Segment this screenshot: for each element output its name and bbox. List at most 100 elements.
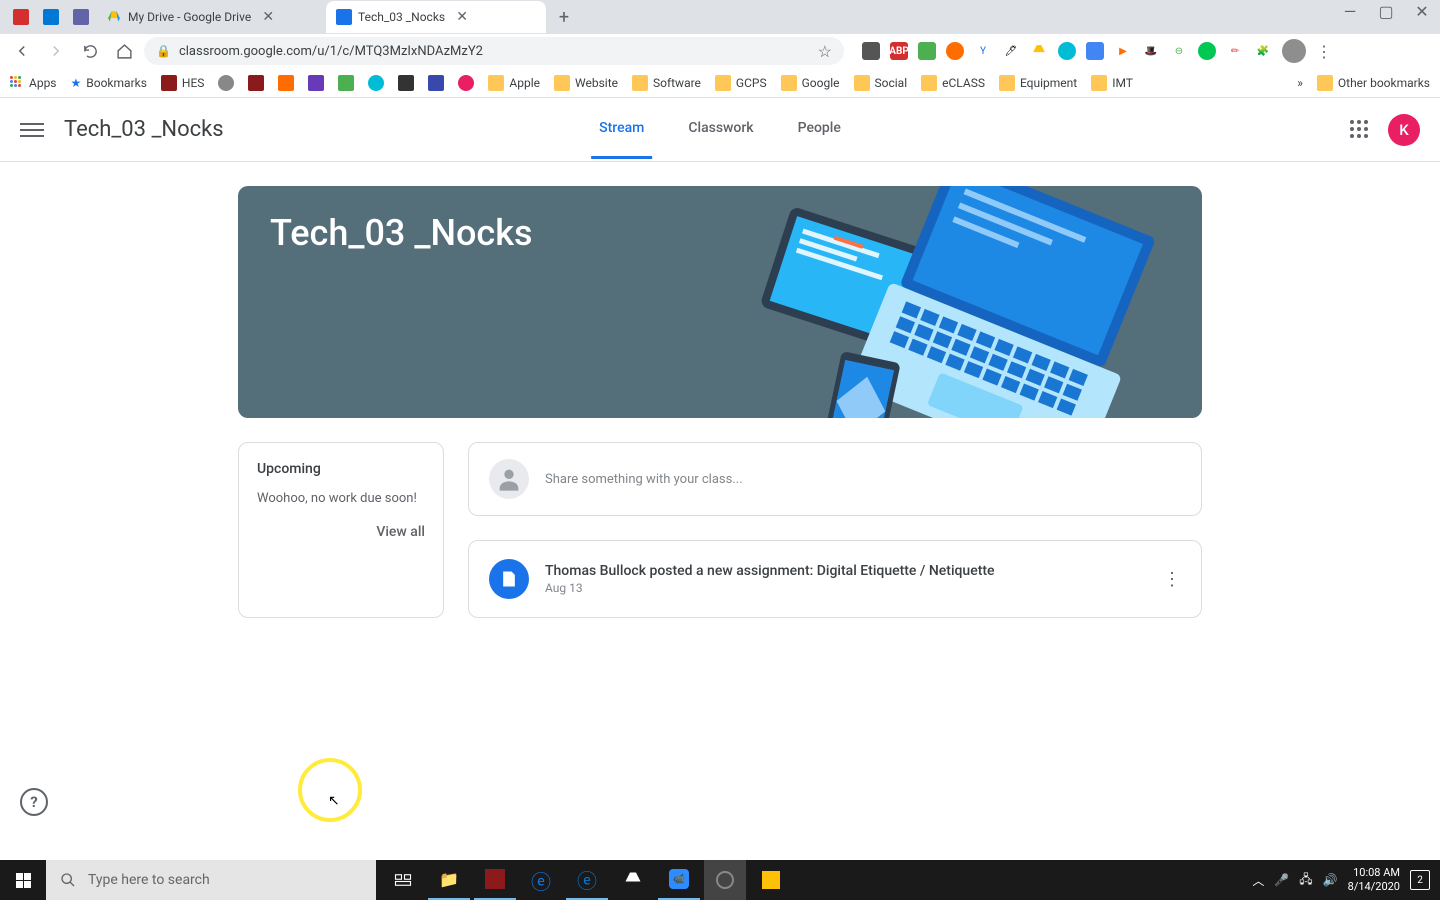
upcoming-message: Woohoo, no work due soon! bbox=[257, 491, 425, 506]
share-box[interactable]: Share something with your class... bbox=[468, 442, 1202, 516]
ext-icon[interactable]: ⊖ bbox=[1170, 42, 1188, 60]
bookmark-folder[interactable]: IMT bbox=[1091, 75, 1133, 91]
star-icon[interactable]: ☆ bbox=[818, 42, 832, 61]
bookmark-folder[interactable]: eCLASS bbox=[921, 75, 985, 91]
task-view-button[interactable] bbox=[382, 860, 424, 900]
bookmark-item[interactable] bbox=[428, 75, 444, 91]
pinned-tab-2[interactable] bbox=[36, 1, 66, 33]
tab-classroom[interactable]: Tech_03 _Nocks ✕ bbox=[326, 1, 546, 33]
ext-icon[interactable]: ✏ bbox=[1226, 42, 1244, 60]
star-icon: ★ bbox=[71, 76, 82, 90]
app-icon[interactable] bbox=[474, 860, 516, 900]
edge-icon[interactable]: ⓔ bbox=[566, 860, 608, 900]
extensions-icon[interactable]: 🧩 bbox=[1254, 42, 1272, 60]
tab-classwork[interactable]: Classwork bbox=[680, 100, 761, 159]
app-icon[interactable] bbox=[704, 860, 746, 900]
bookmark-icon bbox=[248, 75, 264, 91]
volume-icon[interactable]: 🔊 bbox=[1323, 873, 1338, 887]
menu-button[interactable] bbox=[20, 118, 44, 142]
other-bookmarks[interactable]: Other bookmarks bbox=[1317, 75, 1430, 91]
bookmark-folder[interactable]: Social bbox=[854, 75, 908, 91]
bookmark-item[interactable] bbox=[248, 75, 264, 91]
close-button[interactable]: ✕ bbox=[1410, 2, 1434, 21]
tab-label: My Drive - Google Drive bbox=[128, 10, 251, 24]
back-button[interactable] bbox=[8, 37, 36, 65]
ext-icon[interactable] bbox=[918, 42, 936, 60]
bookmark-item[interactable]: HES bbox=[161, 75, 205, 91]
network-icon[interactable]: 🖧 bbox=[1299, 870, 1312, 891]
drive-app-icon[interactable] bbox=[612, 860, 654, 900]
taskbar-search[interactable]: Type here to search bbox=[46, 860, 376, 900]
bookmark-item[interactable] bbox=[458, 75, 474, 91]
bookmark-folder[interactable]: Google bbox=[781, 75, 840, 91]
cursor-icon: ↖ bbox=[328, 793, 340, 809]
tab-gdrive[interactable]: My Drive - Google Drive ✕ bbox=[96, 1, 326, 33]
mic-icon[interactable]: 🎤 bbox=[1274, 873, 1289, 887]
abp-icon[interactable]: ABP bbox=[890, 42, 908, 60]
tab-people[interactable]: People bbox=[790, 100, 849, 159]
forward-button[interactable] bbox=[42, 37, 70, 65]
bookmark-item[interactable] bbox=[218, 75, 234, 91]
bookmark-item[interactable] bbox=[338, 75, 354, 91]
bookmark-folder[interactable]: Equipment bbox=[999, 75, 1077, 91]
start-button[interactable] bbox=[0, 860, 46, 900]
ext-icon[interactable] bbox=[1058, 42, 1076, 60]
apps-bookmark[interactable]: Apps bbox=[10, 76, 57, 90]
tab-stream[interactable]: Stream bbox=[591, 100, 652, 159]
ext-icon[interactable]: 🖊 bbox=[1002, 42, 1020, 60]
folder-icon bbox=[488, 75, 504, 91]
bookmarks-overflow[interactable]: » bbox=[1297, 76, 1303, 90]
ie-icon[interactable]: ⓔ bbox=[520, 860, 562, 900]
post-title: Thomas Bullock posted a new assignment: … bbox=[545, 563, 1147, 579]
ext-icon[interactable] bbox=[862, 42, 880, 60]
help-button[interactable]: ? bbox=[20, 788, 48, 816]
home-button[interactable] bbox=[110, 37, 138, 65]
windows-logo-icon bbox=[16, 873, 31, 888]
folder-icon bbox=[715, 75, 731, 91]
upcoming-card: Upcoming Woohoo, no work due soon! View … bbox=[238, 442, 444, 618]
bookmark-folder[interactable]: GCPS bbox=[715, 75, 767, 91]
hero-illustration bbox=[742, 186, 1202, 418]
apps-icon bbox=[10, 76, 24, 90]
pinned-tab-1[interactable] bbox=[6, 1, 36, 33]
bookmark-item[interactable] bbox=[368, 75, 384, 91]
ext-icon[interactable] bbox=[1086, 42, 1104, 60]
reload-button[interactable] bbox=[76, 37, 104, 65]
bookmark-item[interactable]: ★Bookmarks bbox=[71, 76, 147, 90]
bookmark-item[interactable] bbox=[398, 75, 414, 91]
bookmark-item[interactable] bbox=[278, 75, 294, 91]
ext-icon[interactable]: ▶ bbox=[1114, 42, 1132, 60]
drive-ext-icon[interactable] bbox=[1030, 42, 1048, 60]
maximize-button[interactable]: ▢ bbox=[1374, 2, 1398, 21]
zoom-icon[interactable]: 📹 bbox=[658, 860, 700, 900]
close-icon[interactable]: ✕ bbox=[261, 10, 275, 24]
bookmark-folder[interactable]: Website bbox=[554, 75, 618, 91]
assignment-post[interactable]: Thomas Bullock posted a new assignment: … bbox=[468, 540, 1202, 618]
app-icon[interactable] bbox=[750, 860, 792, 900]
browser-menu-icon[interactable]: ⋮ bbox=[1316, 42, 1332, 61]
ext-icon[interactable] bbox=[946, 42, 964, 60]
close-icon[interactable]: ✕ bbox=[455, 10, 469, 24]
minimize-button[interactable]: — bbox=[1338, 2, 1362, 21]
tab-label: Tech_03 _Nocks bbox=[358, 10, 445, 24]
address-bar[interactable]: 🔒 classroom.google.com/u/1/c/MTQ3MzIxNDA… bbox=[144, 37, 844, 65]
file-explorer-icon[interactable]: 📁 bbox=[428, 860, 470, 900]
bookmark-folder[interactable]: Software bbox=[632, 75, 701, 91]
tray-chevron-icon[interactable]: ︿ bbox=[1252, 872, 1264, 889]
post-date: Aug 13 bbox=[545, 581, 1147, 595]
user-avatar[interactable]: K bbox=[1388, 114, 1420, 146]
ext-icon[interactable]: Y bbox=[974, 42, 992, 60]
ext-icon[interactable]: 🎩 bbox=[1142, 42, 1160, 60]
folder-icon bbox=[554, 75, 570, 91]
grammarly-icon[interactable] bbox=[1198, 42, 1216, 60]
clock[interactable]: 10:08 AM 8/14/2020 bbox=[1348, 866, 1400, 895]
view-all-link[interactable]: View all bbox=[257, 524, 425, 540]
pinned-tab-3[interactable] bbox=[66, 1, 96, 33]
google-apps-button[interactable] bbox=[1350, 120, 1370, 140]
profile-avatar[interactable] bbox=[1282, 39, 1306, 63]
bookmark-folder[interactable]: Apple bbox=[488, 75, 540, 91]
notifications-button[interactable]: 2 bbox=[1410, 870, 1430, 890]
new-tab-button[interactable]: + bbox=[550, 3, 578, 31]
bookmark-item[interactable] bbox=[308, 75, 324, 91]
post-menu-button[interactable]: ⋮ bbox=[1163, 569, 1181, 590]
